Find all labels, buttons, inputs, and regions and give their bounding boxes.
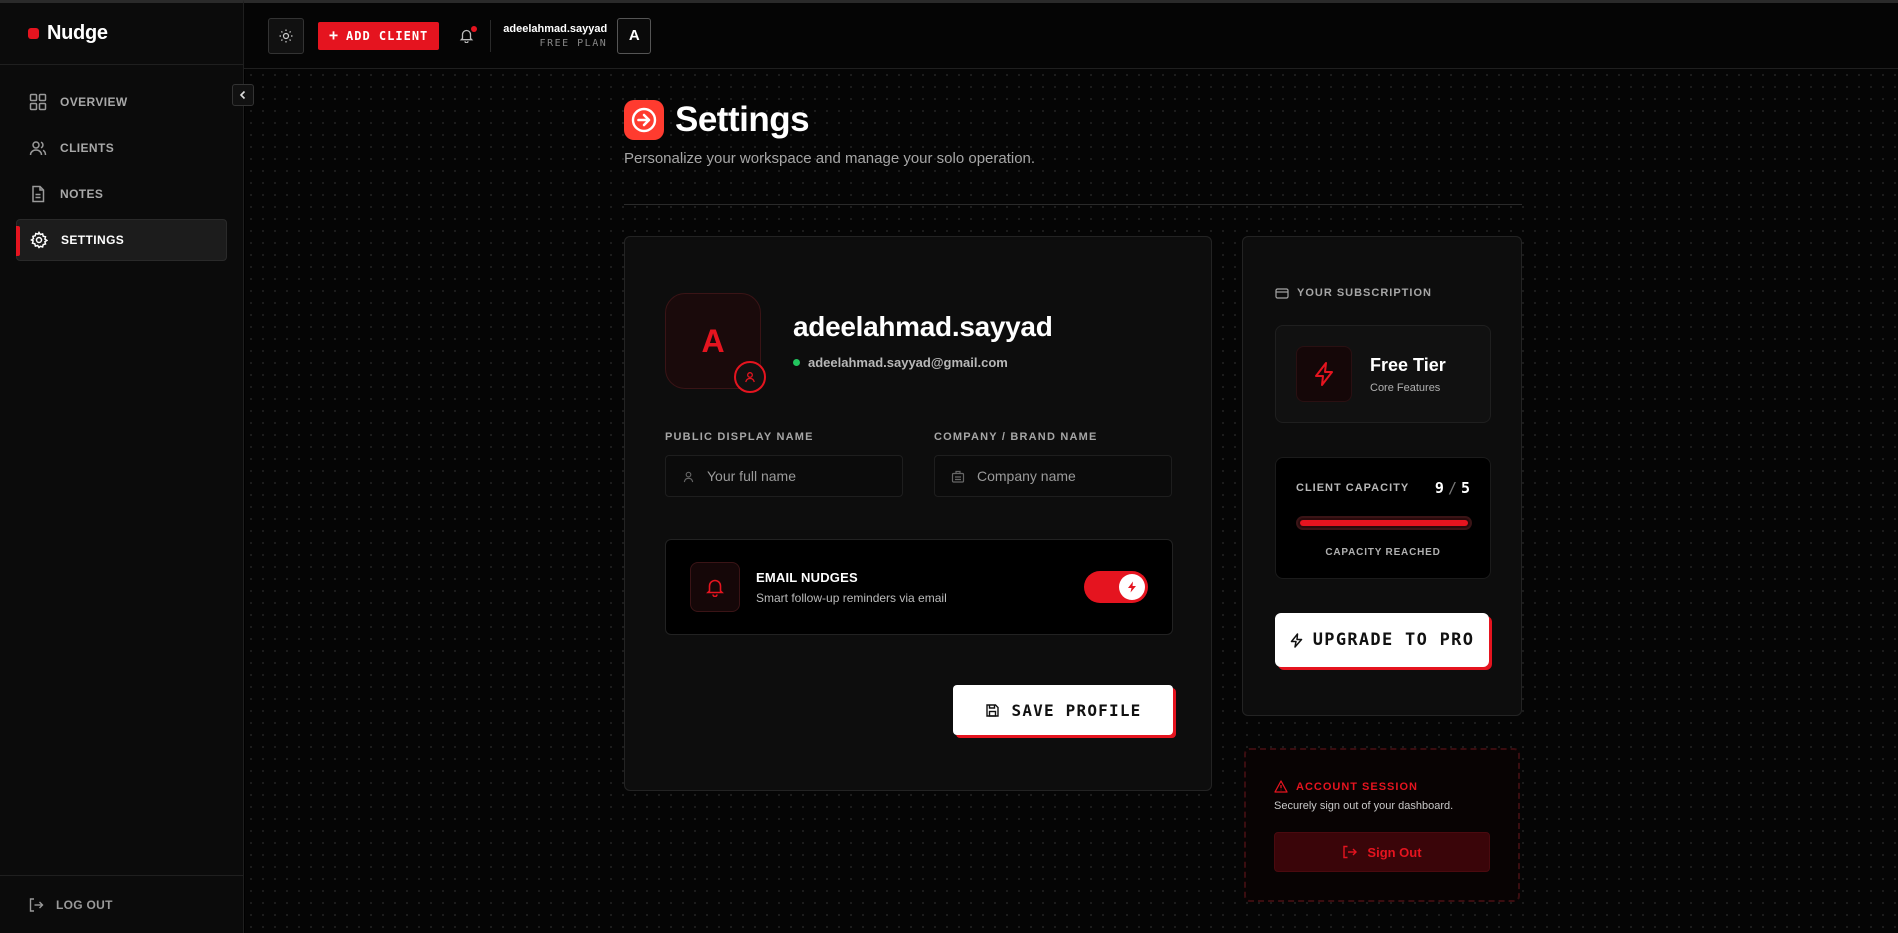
company-placeholder: Company name [977,468,1076,484]
brand[interactable]: Nudge [0,3,243,65]
sign-out-button[interactable]: Sign Out [1274,832,1490,872]
sidebar: Nudge OVERVIEW CLIENTS NOTES SETTINGS LO… [0,0,244,933]
sidebar-item-label: SETTINGS [61,233,125,247]
brand-name: Nudge [47,22,108,44]
profile-name: adeelahmad.sayyad [793,311,1053,342]
display-name-placeholder: Your full name [707,468,796,484]
tier-desc: Core Features [1370,381,1441,394]
topbar-plan: FREE PLAN [539,37,608,49]
logout-button[interactable]: LOG OUT [0,875,244,933]
avatar[interactable]: A [617,17,652,54]
plus-icon: + [329,26,340,44]
topbar-user: adeelahmad.sayyad FREE PLAN [503,23,607,49]
brand-logo-icon [28,28,39,39]
collapse-sidebar-button[interactable] [232,84,254,106]
session-heading: ACCOUNT SESSION [1274,780,1418,793]
user-icon [745,372,755,383]
tier-name: Free Tier [1370,354,1446,375]
add-client-label: ADD CLIENT [346,28,429,43]
sidebar-item-settings[interactable]: SETTINGS [16,219,227,261]
capacity-max: 5 [1460,479,1470,497]
capacity-used: 9 [1434,479,1444,497]
sidebar-item-label: CLIENTS [60,141,115,155]
sign-out-label: Sign Out [1367,844,1422,860]
profile-email-row: adeelahmad.sayyad@gmail.com [793,355,1008,370]
save-profile-button[interactable]: SAVE PROFILE [953,685,1173,735]
upgrade-button[interactable]: UPGRADE TO PRO [1275,613,1489,667]
sidebar-item-label: NOTES [60,187,104,201]
sidebar-item-overview[interactable]: OVERVIEW [16,81,227,123]
capacity-count: 9/5 [1435,479,1470,497]
company-label: COMPANY / BRAND NAME [934,431,1098,443]
header-divider [624,204,1522,205]
theme-toggle-button[interactable] [268,17,304,54]
chevron-left-icon [239,90,246,100]
email-nudges-toggle[interactable] [1084,571,1148,603]
profile-email: adeelahmad.sayyad@gmail.com [808,355,1008,370]
email-nudges-desc: Smart follow-up reminders via email [756,590,947,605]
page-header: Settings Personalize your workspace and … [624,100,1035,167]
building-icon [951,470,965,483]
save-profile-label: SAVE PROFILE [1011,700,1142,720]
logout-icon [1343,845,1358,859]
grid-icon [28,92,48,112]
session-desc: Securely sign out of your dashboard. [1274,800,1454,812]
display-name-input[interactable]: Your full name [665,455,903,497]
users-icon [28,138,48,158]
arrow-right-icon [624,100,664,140]
sidebar-nav: OVERVIEW CLIENTS NOTES SETTINGS [0,65,243,261]
sidebar-item-clients[interactable]: CLIENTS [16,127,227,169]
topbar-divider [490,19,492,52]
sun-icon [279,29,293,42]
gear-icon [29,230,49,250]
lightning-icon [1128,581,1136,593]
company-input[interactable]: Company name [934,455,1172,497]
user-icon [683,471,694,482]
capacity-status: CAPACITY REACHED [1325,547,1441,558]
document-icon [28,184,48,204]
tier-box: Free Tier Core Features [1275,325,1491,423]
warning-icon [1274,780,1288,793]
email-nudges-title: EMAIL NUDGES [756,569,858,585]
credit-card-icon [1275,287,1289,299]
email-nudges-setting: EMAIL NUDGES Smart follow-up reminders v… [665,539,1173,635]
sidebar-item-label: OVERVIEW [60,95,128,109]
add-client-button[interactable]: + ADD CLIENT [318,21,440,50]
lightning-icon [1290,632,1302,648]
toggle-knob [1119,574,1145,600]
capacity-progress-bar [1296,516,1472,530]
upgrade-label: UPGRADE TO PRO [1312,630,1475,650]
bell-icon [690,562,740,612]
account-session-card: ACCOUNT SESSION Securely sign out of you… [1244,748,1520,902]
notification-dot [471,26,478,32]
save-icon [985,703,999,717]
notifications-button[interactable] [459,26,478,43]
logout-icon [29,897,44,912]
profile-card: A adeelahmad.sayyad adeelahmad.sayyad@gm… [624,236,1212,791]
client-capacity-box: CLIENT CAPACITY 9/5 CAPACITY REACHED [1275,457,1491,579]
page-title: Settings [675,100,810,139]
capacity-progress-fill [1300,520,1468,526]
subscription-card: YOUR SUBSCRIPTION Free Tier Core Feature… [1242,236,1522,716]
display-name-label: PUBLIC DISPLAY NAME [665,431,814,443]
lightning-icon [1296,346,1352,402]
capacity-separator: / [1447,479,1457,497]
logout-label: LOG OUT [56,897,113,912]
topbar-username: adeelahmad.sayyad [503,22,608,35]
sidebar-item-notes[interactable]: NOTES [16,173,227,215]
capacity-label: CLIENT CAPACITY [1296,482,1410,494]
page-subtitle: Personalize your workspace and manage yo… [624,150,1036,167]
change-avatar-button[interactable] [734,361,766,393]
online-status-dot [793,359,800,366]
subscription-heading: YOUR SUBSCRIPTION [1275,287,1432,299]
topbar: + ADD CLIENT adeelahmad.sayyad FREE PLAN… [244,0,1898,69]
